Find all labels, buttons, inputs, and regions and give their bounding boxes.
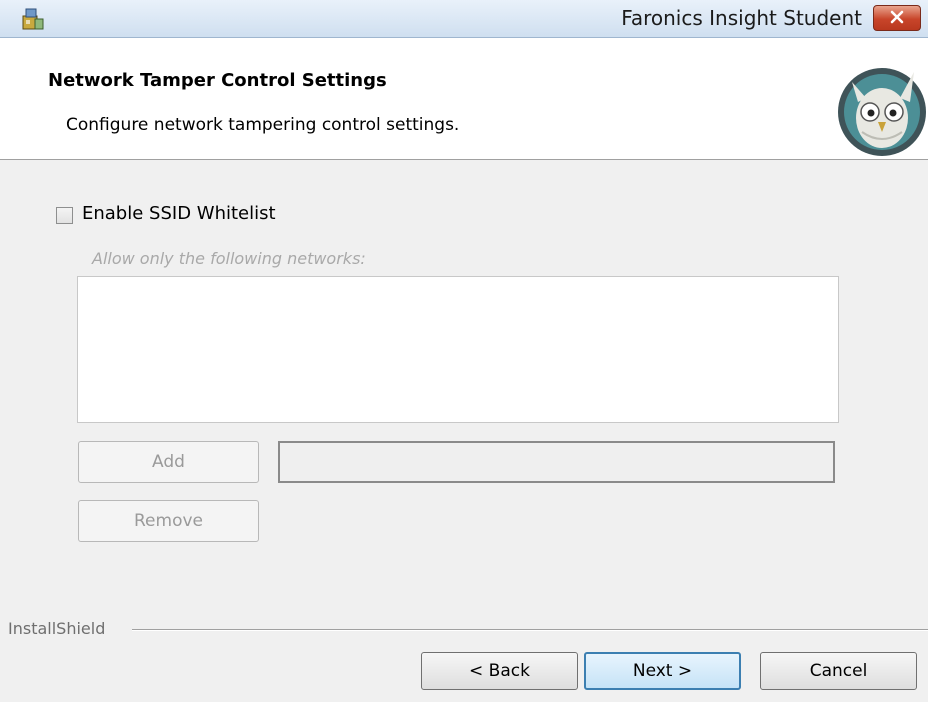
back-button[interactable]: < Back: [421, 652, 578, 690]
cancel-button[interactable]: Cancel: [760, 652, 917, 690]
add-button-label: Add: [152, 452, 185, 472]
next-button-label: Next >: [632, 661, 693, 681]
remove-button-label: Remove: [134, 511, 203, 531]
remove-network-button[interactable]: Remove: [78, 500, 259, 542]
enable-ssid-whitelist-label[interactable]: Enable SSID Whitelist: [82, 203, 276, 224]
back-button-label: < Back: [469, 661, 530, 681]
add-network-button[interactable]: Add: [78, 441, 259, 483]
window-title: Faronics Insight Student: [621, 6, 862, 30]
cancel-button-label: Cancel: [809, 661, 868, 681]
close-icon: [890, 9, 904, 28]
header-banner: [0, 38, 928, 160]
title-bar[interactable]: Faronics Insight Student: [0, 0, 928, 38]
next-button[interactable]: Next >: [584, 652, 741, 690]
enable-ssid-whitelist-checkbox[interactable]: [56, 207, 73, 224]
allowed-networks-list[interactable]: [77, 276, 839, 423]
installshield-brand: InstallShield: [8, 619, 106, 638]
close-button[interactable]: [873, 5, 921, 31]
page-subtitle: Configure network tampering control sett…: [66, 115, 460, 135]
network-name-input[interactable]: [278, 441, 835, 483]
allowed-networks-label: Allow only the following networks:: [92, 249, 366, 268]
owl-logo: [832, 62, 928, 158]
page-title: Network Tamper Control Settings: [48, 70, 387, 91]
footer-divider: [132, 629, 928, 631]
dialog-body: [0, 160, 928, 702]
installer-icon[interactable]: [20, 6, 46, 32]
